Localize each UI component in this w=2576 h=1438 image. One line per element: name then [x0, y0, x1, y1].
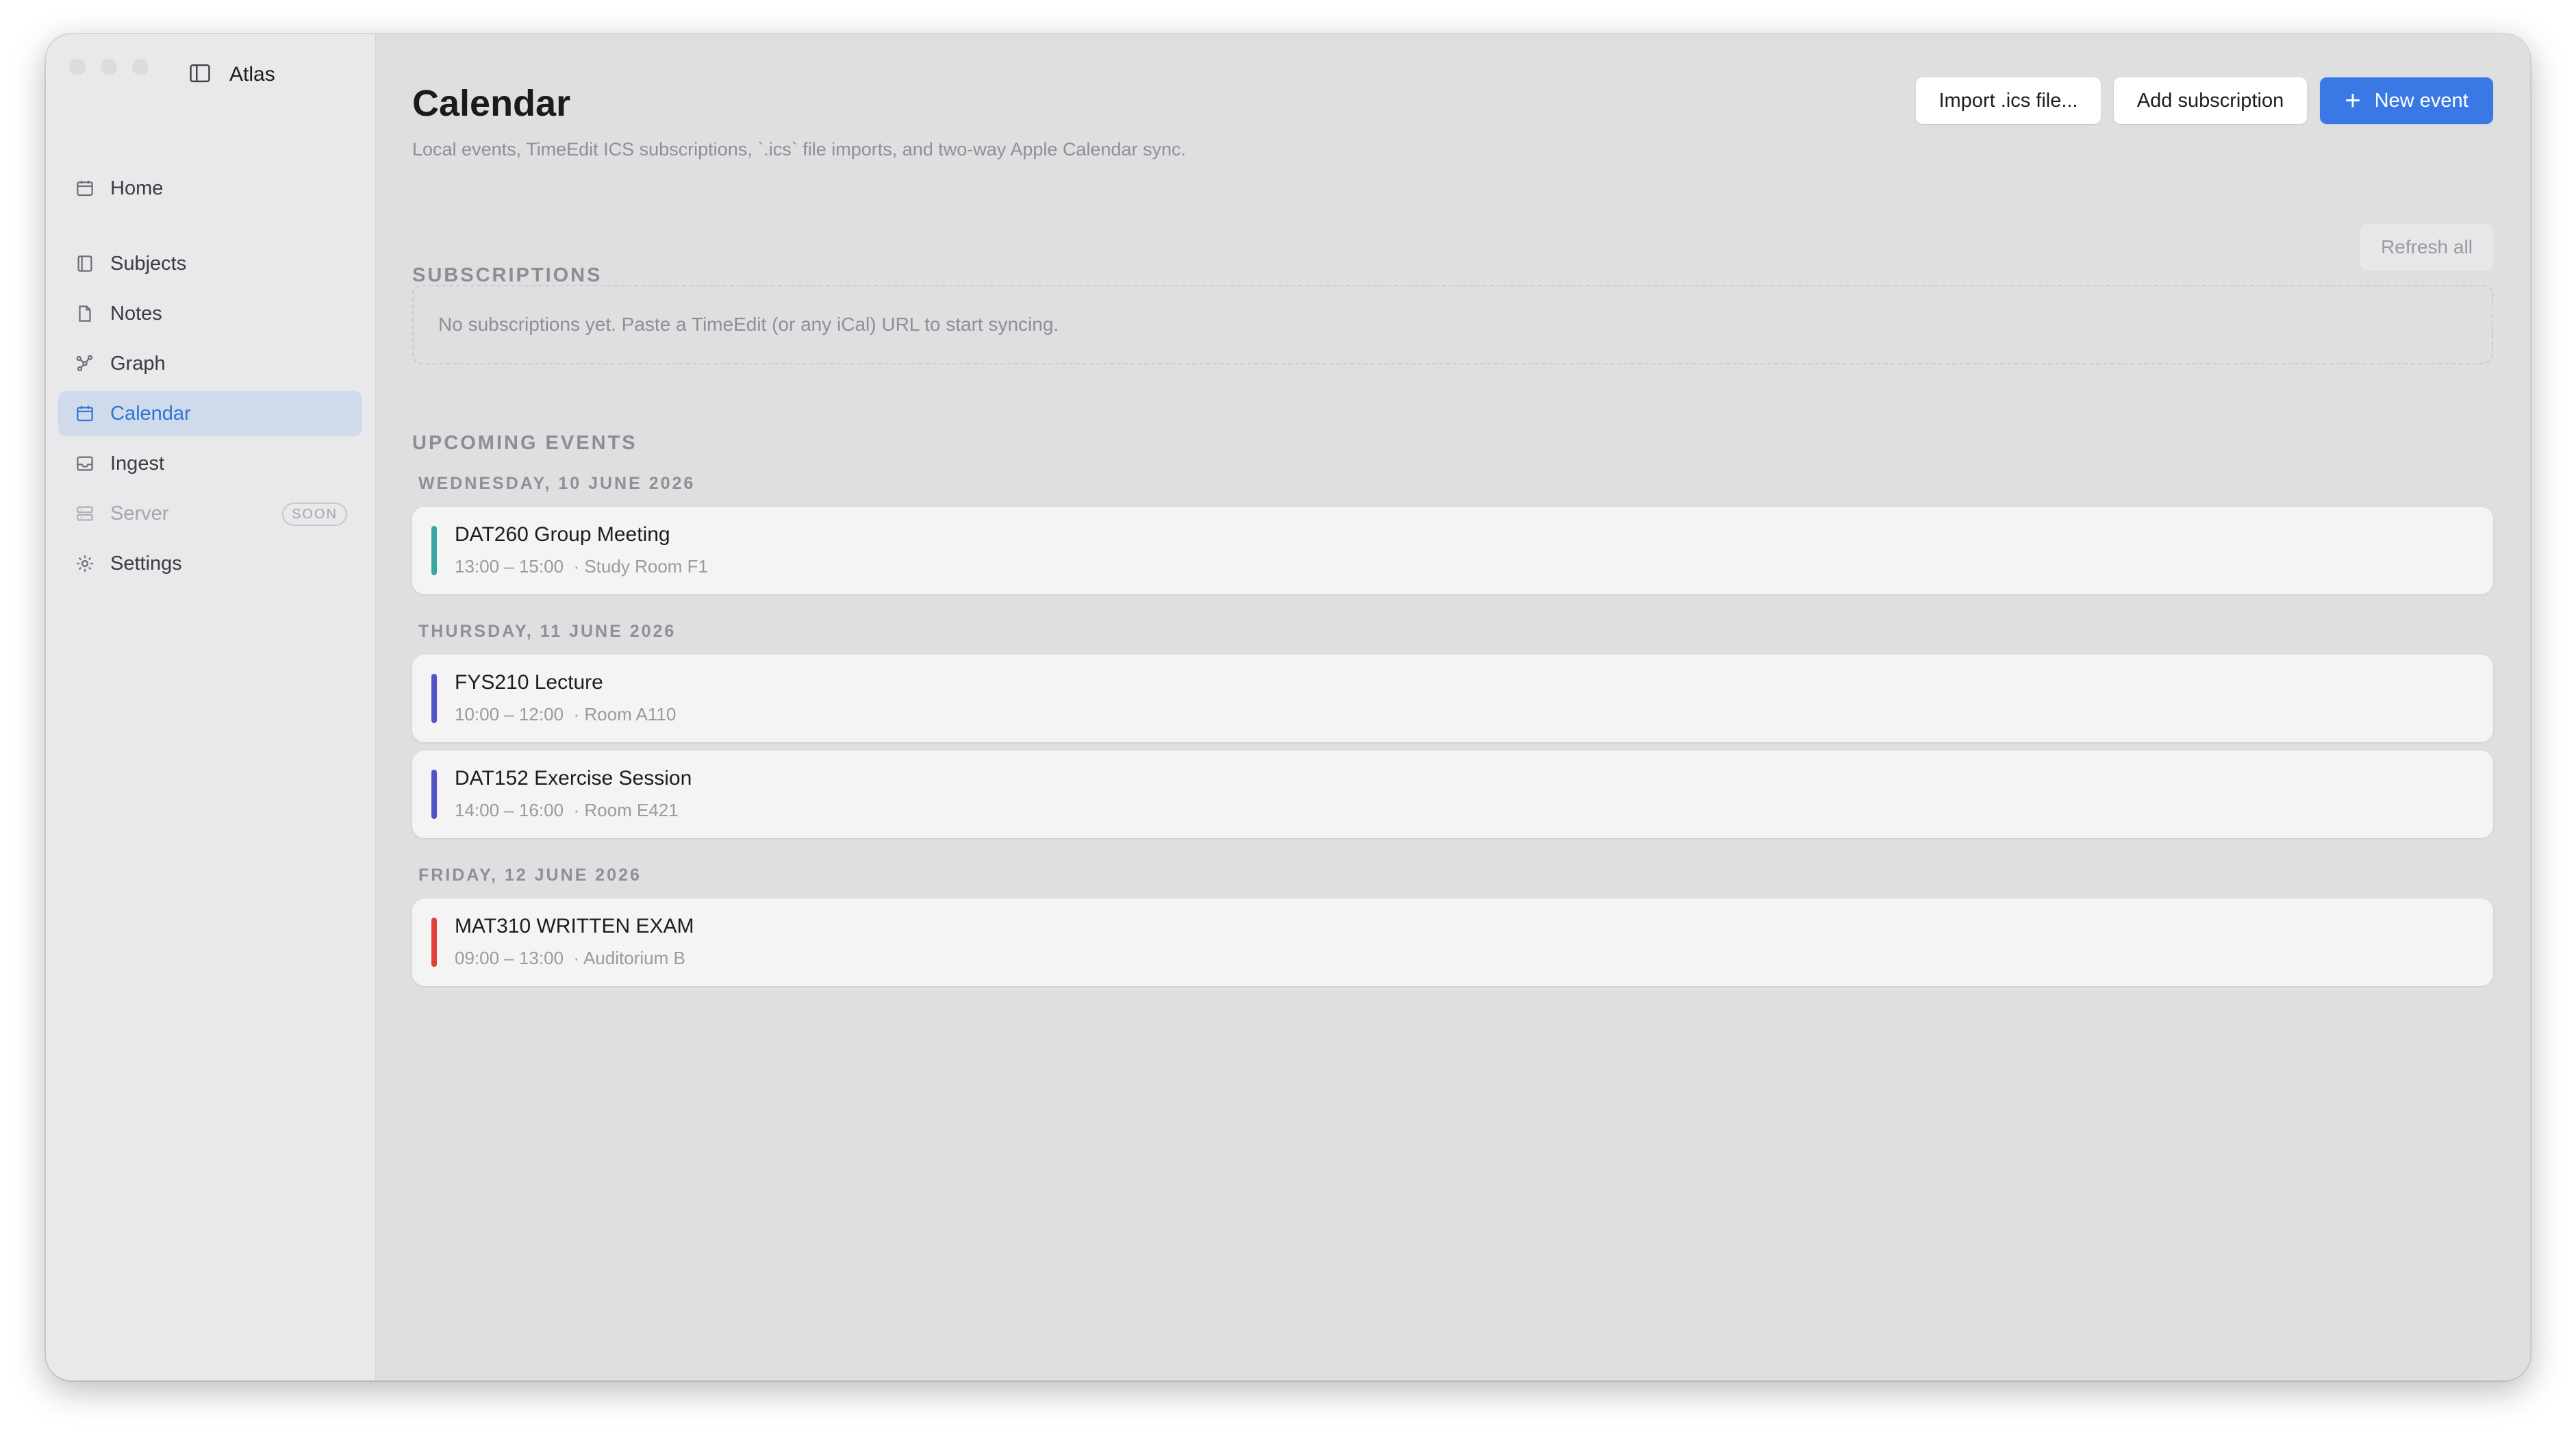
event-color-bar	[431, 674, 437, 723]
plus-icon: +	[2345, 86, 2361, 116]
subscriptions-heading: SUBSCRIPTIONS	[412, 264, 603, 286]
event-time: 09:00 – 13:00	[455, 948, 564, 968]
sidebar-item-ingest[interactable]: Ingest	[58, 441, 362, 486]
document-icon	[73, 302, 97, 325]
new-event-label: New event	[2374, 89, 2468, 112]
upcoming-events-heading: UPCOMING EVENTS	[412, 432, 637, 454]
sidebar-item-label: Calendar	[110, 402, 191, 425]
graph-icon	[73, 352, 97, 375]
refresh-all-button[interactable]: Refresh all	[2360, 224, 2493, 270]
book-icon	[73, 252, 97, 275]
sidebar-item-settings[interactable]: Settings	[58, 541, 362, 586]
app-title: Atlas	[229, 63, 275, 86]
event-meta: 10:00 – 12:00 · Room A110	[455, 704, 676, 725]
event-time: 13:00 – 15:00	[455, 556, 564, 577]
window-controls	[69, 59, 149, 75]
sidebar-item-label: Settings	[110, 552, 182, 575]
day-header: WEDNESDAY, 10 JUNE 2026	[418, 474, 696, 493]
subscriptions-empty-state: No subscriptions yet. Paste a TimeEdit (…	[412, 285, 2493, 364]
day-header: THURSDAY, 11 JUNE 2026	[418, 622, 677, 641]
new-event-button[interactable]: + New event	[2320, 77, 2493, 124]
calendar-icon	[73, 402, 97, 425]
event-location: · Study Room F1	[573, 556, 709, 577]
event-card[interactable]: DAT152 Exercise Session 14:00 – 16:00 · …	[412, 750, 2493, 838]
event-card[interactable]: FYS210 Lecture 10:00 – 12:00 · Room A110	[412, 655, 2493, 742]
sidebar: Atlas Home Subjects Notes Graph Calendar…	[46, 34, 376, 1380]
zoom-window-button[interactable]	[132, 59, 149, 75]
import-ics-button[interactable]: Import .ics file...	[1916, 77, 2101, 124]
close-window-button[interactable]	[69, 59, 86, 75]
sidebar-item-graph[interactable]: Graph	[58, 341, 362, 386]
calendar-icon	[73, 177, 97, 200]
sidebar-item-label: Subjects	[110, 252, 187, 275]
sidebar-item-subjects[interactable]: Subjects	[58, 241, 362, 286]
sidebar-item-notes[interactable]: Notes	[58, 291, 362, 336]
empty-state-text: No subscriptions yet. Paste a TimeEdit (…	[438, 314, 1059, 335]
sidebar-item-label: Notes	[110, 302, 162, 325]
sidebar-item-home[interactable]: Home	[58, 166, 362, 211]
sidebar-item-server: Server SOON	[58, 491, 362, 536]
day-header: FRIDAY, 12 JUNE 2026	[418, 866, 642, 885]
event-card[interactable]: DAT260 Group Meeting 13:00 – 15:00 · Stu…	[412, 507, 2493, 594]
event-title: DAT152 Exercise Session	[455, 767, 692, 790]
event-color-bar	[431, 918, 437, 967]
event-color-bar	[431, 770, 437, 819]
gear-icon	[73, 552, 97, 575]
sidebar-toggle-icon[interactable]	[187, 60, 213, 86]
event-location: · Room E421	[573, 800, 679, 820]
soon-badge: SOON	[282, 503, 347, 526]
event-time: 14:00 – 16:00	[455, 800, 564, 820]
inbox-icon	[73, 452, 97, 475]
event-title: FYS210 Lecture	[455, 671, 603, 694]
page-title: Calendar	[412, 83, 571, 124]
app-window: Atlas Home Subjects Notes Graph Calendar…	[46, 34, 2530, 1380]
add-subscription-button[interactable]: Add subscription	[2114, 77, 2307, 124]
sidebar-item-label: Server	[110, 502, 169, 525]
event-meta: 13:00 – 15:00 · Study Room F1	[455, 556, 708, 577]
event-location: · Room A110	[573, 704, 677, 724]
sidebar-item-calendar[interactable]: Calendar	[58, 391, 362, 436]
sidebar-item-label: Graph	[110, 352, 166, 375]
event-title: MAT310 WRITTEN EXAM	[455, 915, 694, 937]
page-subtitle: Local events, TimeEdit ICS subscriptions…	[412, 139, 1186, 160]
event-time: 10:00 – 12:00	[455, 704, 564, 724]
event-title: DAT260 Group Meeting	[455, 523, 670, 546]
event-meta: 14:00 – 16:00 · Room E421	[455, 800, 679, 821]
server-icon	[73, 502, 97, 525]
event-card[interactable]: MAT310 WRITTEN EXAM 09:00 – 13:00 · Audi…	[412, 898, 2493, 986]
event-meta: 09:00 – 13:00 · Auditorium B	[455, 948, 685, 969]
sidebar-item-label: Ingest	[110, 452, 164, 475]
event-color-bar	[431, 526, 437, 575]
sidebar-item-label: Home	[110, 177, 164, 199]
event-location: · Auditorium B	[573, 948, 685, 968]
minimize-window-button[interactable]	[101, 59, 117, 75]
main-content: Calendar Local events, TimeEdit ICS subs…	[376, 34, 2530, 1380]
